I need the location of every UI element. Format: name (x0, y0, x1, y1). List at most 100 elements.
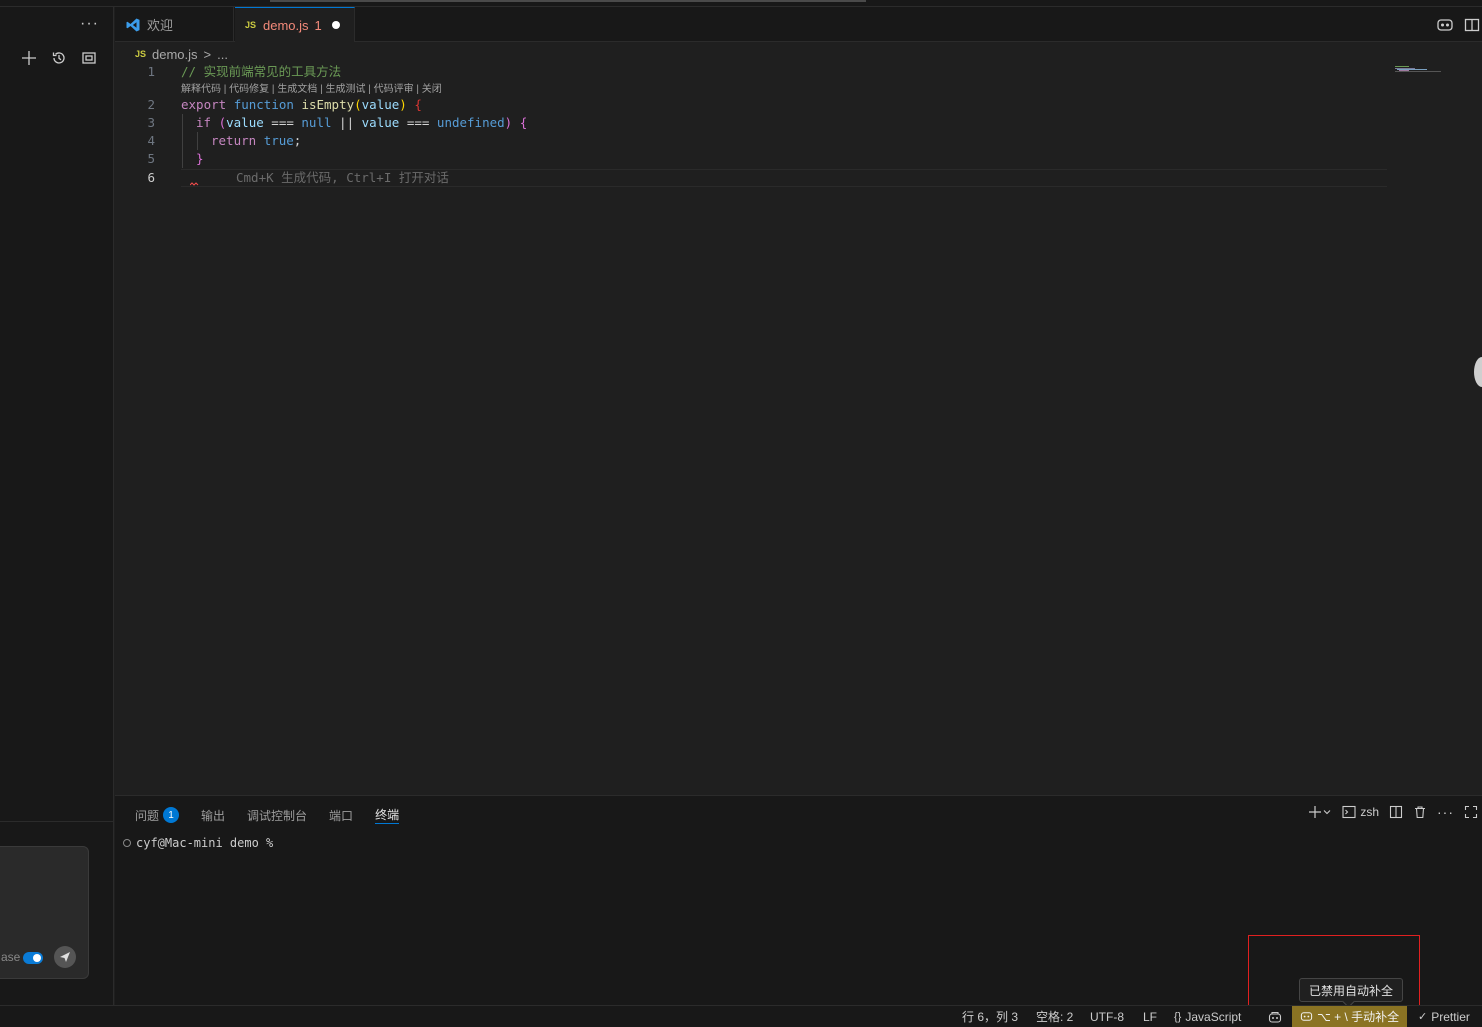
tab-problems-label: 问题 (135, 808, 160, 823)
cursor-position[interactable]: 行 6，列 3 (962, 1006, 1018, 1027)
split-editor-icon[interactable] (1464, 17, 1480, 33)
history-icon[interactable] (50, 49, 68, 67)
new-terminal-icon[interactable] (1308, 805, 1332, 819)
tab-problems[interactable]: 问题 1 (135, 806, 180, 824)
split-terminal-icon[interactable] (1389, 805, 1403, 819)
end-of-line[interactable]: LF (1143, 1006, 1157, 1027)
copilot-disabled-icon (1300, 1012, 1313, 1021)
language-label: JavaScript (1185, 1009, 1242, 1024)
indent-guide (197, 132, 198, 150)
send-icon[interactable] (54, 946, 76, 968)
codelens-separator: | (365, 84, 374, 95)
code-line-1: // 实现前端常见的工具方法 (181, 64, 342, 79)
codelens-review[interactable]: 代码评审 (374, 84, 414, 95)
terminal-status-icon (123, 839, 131, 847)
new-chat-icon[interactable] (20, 49, 38, 67)
panel-toolbar: zsh ··· (1308, 804, 1478, 820)
code-line-3: if (value === null || value === undefine… (196, 115, 528, 130)
token-eq: === (406, 115, 430, 130)
codelens-close[interactable]: 关闭 (422, 84, 442, 95)
scroll-handle[interactable] (1474, 357, 1482, 387)
breadcrumb-js-icon: JS (135, 49, 147, 59)
more-icon[interactable]: ··· (1437, 804, 1454, 820)
breadcrumb: JS demo.js > ... (135, 45, 228, 63)
line-number: 3 (147, 115, 155, 130)
token-value: value (361, 115, 400, 130)
chat-option-toggle[interactable] (23, 952, 43, 964)
copilot-icon[interactable] (1266, 1006, 1284, 1027)
side-panel: ··· ase (0, 7, 114, 1005)
window-top-strip (0, 0, 1482, 7)
top-scroll-indicator (270, 0, 866, 2)
code-line-5: } (196, 151, 204, 166)
maximize-panel-icon[interactable] (1464, 805, 1478, 819)
codelens-fix[interactable]: 代码修复 (229, 84, 269, 95)
terminal-shell-selector[interactable]: zsh (1342, 805, 1379, 819)
line-number: 2 (147, 97, 155, 112)
token-fn-name: isEmpty (301, 97, 355, 112)
code-editor[interactable]: 1 2 3 4 5 6 // 实现前端常见的工具方法 解释代码 | 代码修复 |… (115, 63, 1482, 795)
autocomplete-tooltip: 已禁用自动补全 (1299, 978, 1404, 1002)
token-or: || (339, 115, 355, 130)
trash-icon[interactable] (1413, 805, 1427, 819)
chat-option-label: ase (1, 950, 21, 964)
prettier-status[interactable]: ✓ Prettier (1418, 1006, 1470, 1027)
indentation[interactable]: 空格: 2 (1036, 1006, 1073, 1027)
side-panel-divider (0, 821, 114, 822)
token-value: value (226, 115, 264, 130)
tab-output[interactable]: 输出 (201, 806, 225, 824)
prettier-label: Prettier (1431, 1009, 1470, 1024)
line-number: 5 (147, 151, 155, 166)
token-null: null (301, 115, 332, 130)
vscode-logo-icon (126, 18, 140, 31)
codelens-tests[interactable]: 生成测试 (325, 84, 365, 95)
breadcrumb-symbol[interactable]: ... (217, 47, 228, 62)
javascript-file-icon: JS (245, 20, 257, 30)
token-true: true (263, 133, 294, 148)
copilot-chat-icon[interactable] (1437, 17, 1453, 33)
more-actions-icon[interactable]: ··· (80, 15, 99, 33)
side-panel-toolbar (20, 49, 98, 67)
indent-guide (182, 114, 183, 168)
double-check-icon: ✓ (1418, 1011, 1428, 1023)
terminal-icon (1342, 805, 1356, 819)
code-line-4: return true; (211, 133, 302, 148)
line-number: 4 (147, 133, 155, 148)
tab-welcome-label: 欢迎 (147, 18, 174, 33)
breadcrumb-file[interactable]: demo.js (152, 47, 198, 62)
chat-input-box[interactable]: ase (0, 846, 89, 979)
tab-terminal[interactable]: 终端 (375, 806, 400, 824)
tab-ports[interactable]: 端口 (329, 806, 353, 824)
fullscreen-icon[interactable] (80, 49, 98, 67)
editor-tab-bar: 欢迎 JS demo.js 1 (115, 7, 1482, 42)
tab-demo-js-label: demo.js (263, 17, 309, 33)
shell-label: zsh (1360, 805, 1379, 819)
ghost-hint: Cmd+K 生成代码, Ctrl+I 打开对话 (236, 170, 449, 185)
status-bar: 行 6，列 3 空格: 2 UTF-8 LF {} JavaScript ⌥ +… (0, 1005, 1482, 1027)
tab-demo-js[interactable]: JS demo.js 1 (235, 7, 355, 42)
line-number: 1 (147, 64, 155, 79)
tab-problem-count: 1 (314, 17, 322, 33)
token-undefined: undefined (436, 115, 505, 130)
braces-icon: {} (1174, 1010, 1182, 1023)
terminal-output[interactable]: cyf@Mac-mini demo % (123, 836, 273, 850)
terminal-prompt: cyf@Mac-mini demo % (136, 836, 274, 850)
line-number: 6 (147, 170, 155, 185)
encoding[interactable]: UTF-8 (1090, 1006, 1124, 1027)
unsaved-dot-icon[interactable] (331, 21, 340, 29)
tab-welcome[interactable]: 欢迎 (115, 7, 234, 42)
autocomplete-status-label: ⌥ + \ 手动补全 (1317, 1010, 1400, 1024)
codelens-explain[interactable]: 解释代码 (181, 84, 221, 95)
token-param: value (361, 97, 400, 112)
codelens-docs[interactable]: 生成文档 (277, 84, 317, 95)
autocomplete-status[interactable]: ⌥ + \ 手动补全 (1292, 1006, 1408, 1027)
minimap[interactable] (1395, 66, 1443, 72)
chevron-down-icon[interactable] (1322, 807, 1332, 817)
token-eq: === (271, 115, 294, 130)
tab-debug-console[interactable]: 调试控制台 (247, 806, 307, 824)
problems-count-badge: 1 (163, 807, 180, 823)
panel-tabs: 问题 1 输出 调试控制台 端口 终端 (135, 806, 400, 824)
token-export: export (181, 97, 227, 112)
breadcrumb-separator: > (203, 46, 212, 62)
language-mode[interactable]: {} JavaScript (1174, 1006, 1241, 1027)
